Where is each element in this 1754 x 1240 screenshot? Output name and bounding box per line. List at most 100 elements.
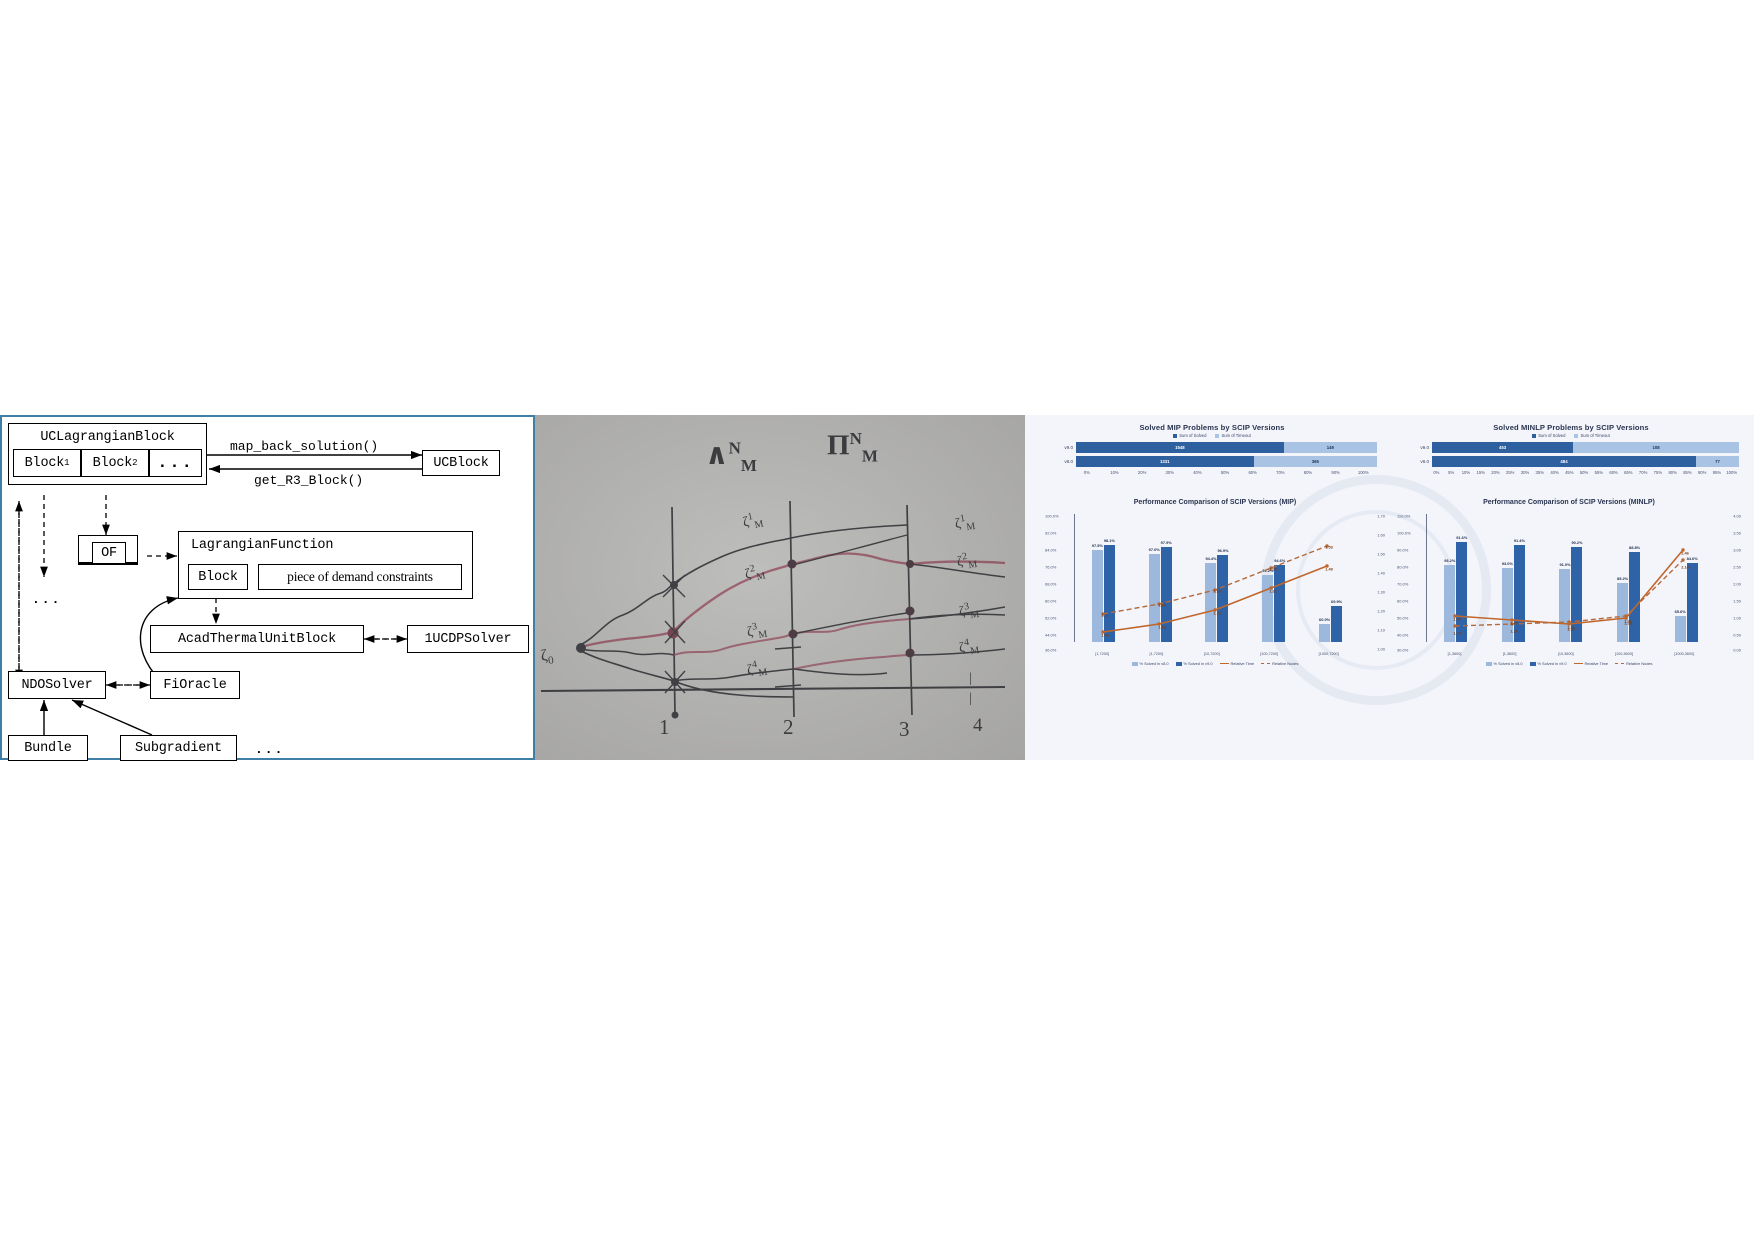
axis-tick-4: 4 [973,715,983,736]
minlp-chart-title: Performance Comparison of SCIP Versions … [1483,499,1655,506]
axis-tick-1: 1 [659,715,670,739]
subgradient-label: Subgradient [135,740,222,756]
side-ellipsis-label: ... [32,592,62,607]
mip-y2tick-0: 1.70 [1377,513,1385,519]
mip-y2tick-3: 1.40 [1377,570,1385,576]
right-zeta-2-label: ζ2M [955,550,979,572]
stacked-mip-title: Solved MIP Problems by SCIP Versions [1139,423,1285,432]
stacked-mip-row0-bar: 1548 149 [1076,442,1377,453]
zeta-1-m-label: ζ1M [741,511,765,532]
map-back-solution-label: map_back_solution() [230,439,379,454]
ucblock-label: UCBlock [433,455,489,471]
minlp-y2tick-4: 2.00 [1733,581,1741,587]
legend-solved-mip: Sum of Solved [1173,433,1206,438]
minlp-nodes-tag-0: 1.23 [1453,630,1461,636]
uclagrangianblock-label: UCLagrangianBlock [40,430,175,445]
minlp-ytick-6: 50.0% [1397,615,1409,621]
minlp-y2tick-8: 0.00 [1733,647,1741,653]
mip-nodes-tag-1: 1.14 [1158,602,1166,608]
mip-nodes-tag-4: 1.53 [1325,544,1333,550]
stacked-minlp-row0-solved: 453 [1499,445,1507,450]
architecture-diagram-panel: 1UCDPSolver --> FiOracle --> UCLagrangia… [0,415,535,761]
minlp-time-tag-1: 1.40 [1510,620,1518,626]
minlp-x-axis-labels: [1,3600] [1,3600] [10,3600] [100,3600] [… [1427,652,1715,656]
three-panel-figure: 1UCDPSolver --> FiOracle --> UCLagrangia… [0,415,1754,761]
dash-mark-1: | [969,671,972,686]
mip-plot-area: 100.0% 92.0% 84.0% 76.0% 68.0% 60.0% 52.… [1045,508,1385,658]
legend-nodes-minlp: Relative Nodes [1615,661,1652,666]
mip-ytick-7: 44.0% [1045,632,1057,638]
mip-ytick-6: 52.0% [1045,615,1057,621]
right-zeta-4-label: ζ4M [957,636,981,658]
minlp-ytick-7: 40.0% [1397,632,1409,638]
minlp-time-tag-0: 1.49 [1453,616,1461,622]
block2-subscript: 2 [132,458,138,468]
mip-ytick-8: 36.0% [1045,647,1057,653]
lagrangianfunction-label: LagrangianFunction [191,538,334,553]
pi-n-m-symbol: ΠNM [827,429,878,466]
mip-xlabel-3: [100,7200] [1260,652,1279,656]
mip-y2tick-4: 1.30 [1377,589,1385,595]
minlp-time-tag-4: 2.46 [1681,550,1689,556]
nabla-n-m-symbol: ∧NM [705,438,757,475]
minlp-y2tick-3: 2.50 [1733,564,1741,570]
minlp-y2tick-5: 1.50 [1733,598,1741,604]
minlp-nodes-tag-1: 1.26 [1510,628,1518,634]
mip-y2tick-5: 1.20 [1377,608,1385,614]
minlp-xlabel-0: [1,3600] [1447,652,1462,656]
bundle-label: Bundle [24,740,72,756]
mip-ytick-5: 60.0% [1045,598,1057,604]
minlp-performance-chart: Performance Comparison of SCIP Versions … [1397,499,1741,666]
ucdpsolver-box: 1UCDPSolver [407,625,529,653]
stacked-minlp-row0-bar: 453 108 [1432,442,1739,453]
legend-timeout-minlp: Sum of Timeout [1574,433,1610,438]
minlp-y2tick-1: 3.50 [1733,530,1741,536]
dash-mark-2: | [969,691,972,706]
legend-nodes-mip: Relative Nodes [1261,661,1298,666]
fioracle-box: FiOracle [150,671,240,699]
stacked-mip-row0-label: v9.0 [1064,445,1073,450]
stacked-mip-row0-timeout: 149 [1326,445,1334,450]
block1-label: Block [24,455,65,471]
mip-time-tag-1: 1.10 [1158,624,1166,630]
mip-y2tick-6: 1.10 [1377,627,1385,633]
stacked-mip-row1-solved: 1331 [1160,459,1170,464]
mip-xlabel-4: [1000,7200] [1318,652,1339,656]
block-ellipsis-label: ... [157,453,194,473]
mip-performance-chart: Performance Comparison of SCIP Versions … [1045,499,1385,666]
bottom-ellipsis-label: ... [255,742,285,757]
table-row: v9.0 453 108 [1403,442,1739,453]
mip-time-tag-4: 1.49 [1325,566,1333,572]
scip-dashboard-panel: Solved MIP Problems by SCIP Versions Sum… [1025,415,1754,760]
mip-y2tick-7: 1.00 [1377,646,1385,652]
demand-constraints-label: piece of demand constraints [287,569,433,584]
block1-box: Block 1 [13,449,81,477]
table-row: v8.0 484 77 [1403,456,1739,467]
stacked-mip-chart: Solved MIP Problems by SCIP Versions Sum… [1047,423,1377,475]
of-label: OF [101,545,117,561]
mip-ytick-0: 100.0% [1045,513,1059,519]
mip-time-tag-0: 1.04 [1101,632,1109,638]
stacked-minlp-row0-timeout: 108 [1652,445,1660,450]
stacked-minlp-chart: Solved MINLP Problems by SCIP Versions S… [1403,423,1739,475]
mip-time-tag-2: 1.18 [1213,610,1221,616]
minlp-xlabel-3: [100,3600] [1614,652,1633,656]
mip-y2tick-2: 1.50 [1377,551,1385,557]
lf-block-label: Block [198,569,238,585]
minlp-y2tick-6: 1.00 [1733,615,1741,621]
minlp-xlabel-2: [10,3600] [1557,652,1574,656]
mip-x-axis-labels: [1,7200] [1,7200] [10,7200] [100,7200] [… [1075,652,1359,656]
stacked-mip-row1-bar: 1331 366 [1076,456,1377,467]
block2-label: Block [92,455,133,471]
block-ellipsis-box: ... [149,449,202,477]
stacked-mip-axis: 0% 10% 20% 30% 40% 50% 60% 70% 80% 90% 100% [1083,470,1369,475]
right-zeta-1-label: ζ1M [953,512,977,534]
block2-box: Block 2 [81,449,149,477]
axis-tick-3: 3 [899,717,910,741]
axis-tick-2: 2 [783,715,794,739]
minlp-nodes-tag-4: 2.14 [1681,564,1689,570]
minlp-xlabel-1: [1,3600] [1502,652,1517,656]
mip-chart-legend: % Solved in v8.0 % Solved in v9.0 Relati… [1045,661,1385,666]
zeta-3-m-label: ζ3M [745,620,769,642]
stacked-mip-legend: Sum of Solved Sum of Timeout [1047,433,1377,438]
